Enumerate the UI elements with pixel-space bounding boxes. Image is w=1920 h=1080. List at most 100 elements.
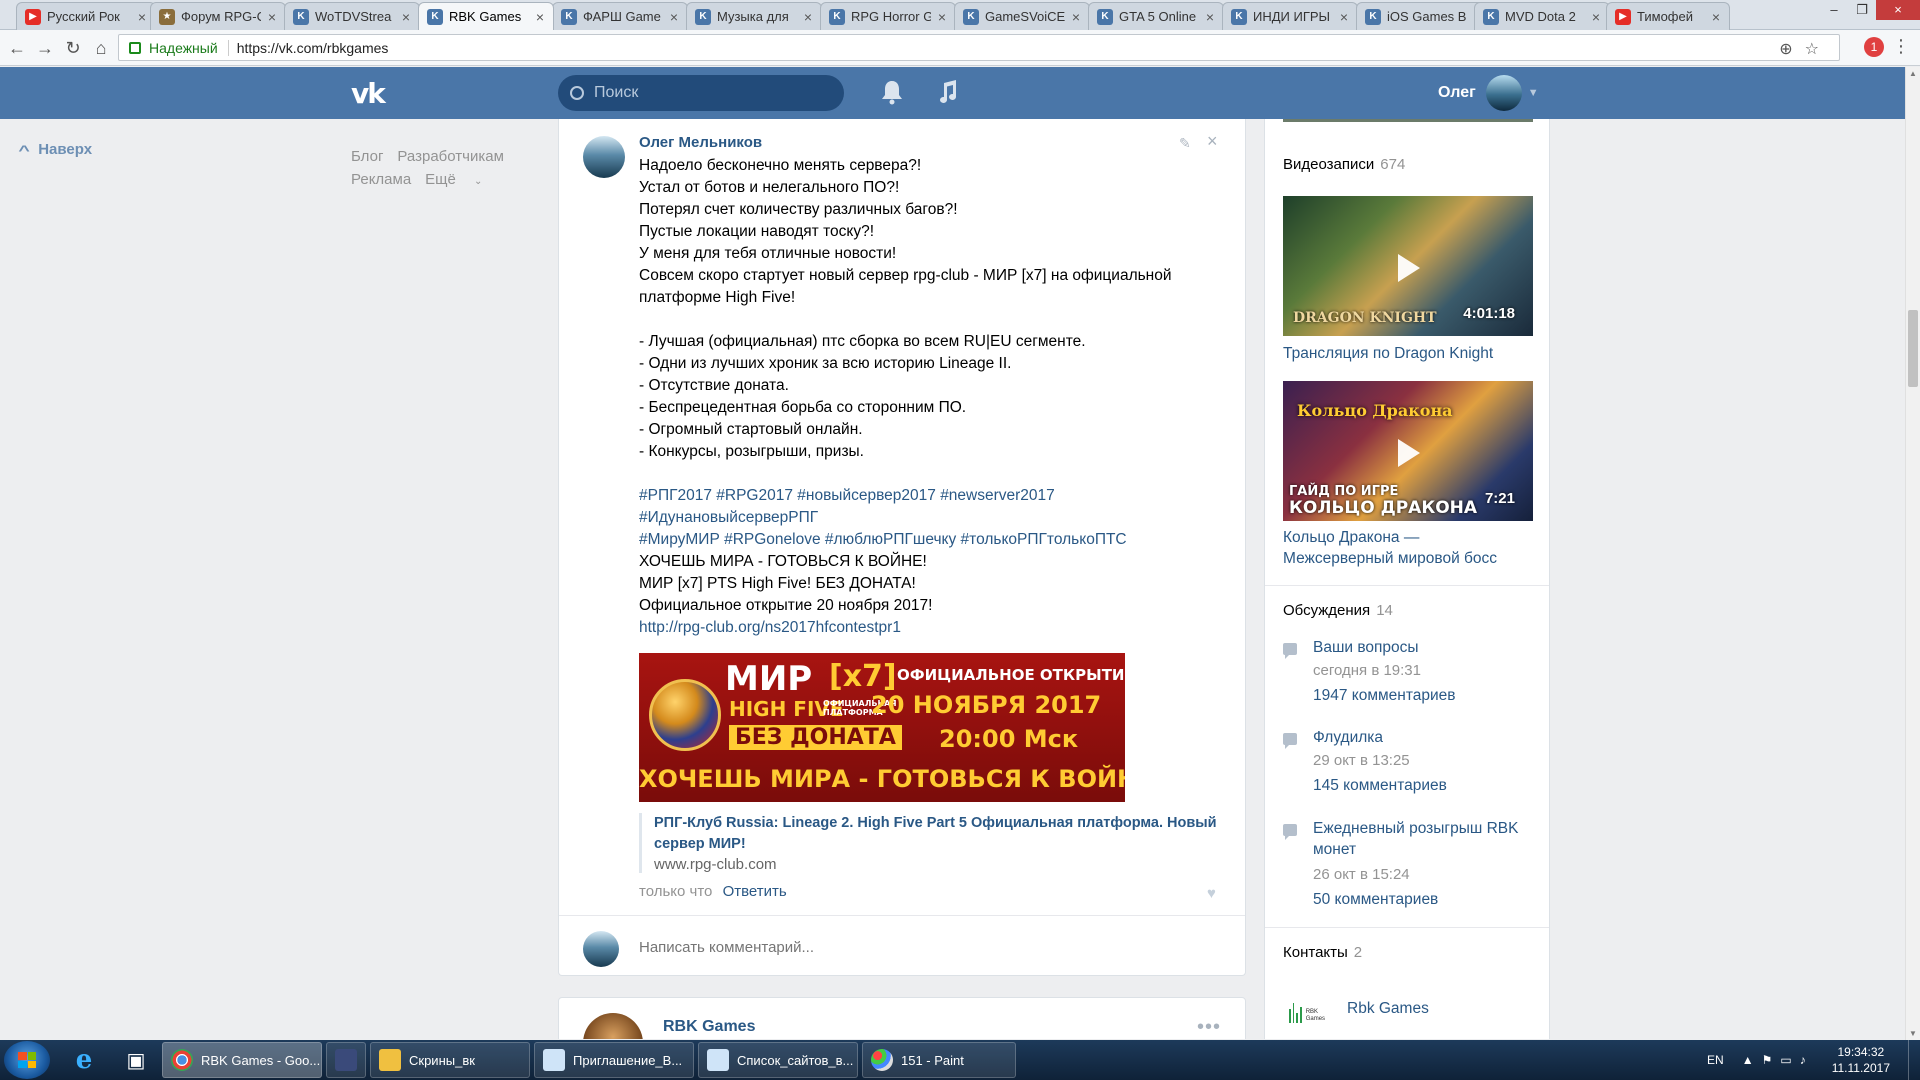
discussion-comments[interactable]: 1947 комментариев — [1313, 687, 1456, 705]
taskbar-item-paint[interactable]: 151 - Paint — [862, 1042, 1016, 1078]
post-image-banner[interactable]: МИР [x7] HIGH FIVE ОФИЦИАЛЬНАЯ ПЛАТФОРМА… — [639, 653, 1125, 802]
internet-explorer-icon[interactable]: e — [58, 1042, 110, 1078]
bookmark-star-icon[interactable]: ☆ — [1805, 39, 1819, 59]
extension-icon[interactable]: 1 — [1864, 37, 1884, 57]
contacts-header[interactable]: Контакты 2 — [1283, 944, 1362, 961]
post-link[interactable]: http://rpg-club.org/ns2017hfcontestpr1 — [639, 617, 1229, 639]
browser-tab[interactable]: K GameSVoiCE × — [954, 2, 1090, 30]
photo-strip[interactable] — [1283, 119, 1533, 122]
discussion-comments[interactable]: 50 комментариев — [1313, 891, 1438, 909]
scroll-down-icon[interactable]: ▼ — [1909, 1029, 1917, 1038]
restore-icon[interactable]: ❐ — [1848, 0, 1876, 20]
clock[interactable]: 19:34:32 11.11.2017 — [1832, 1044, 1890, 1076]
reload-icon[interactable]: ↻ — [62, 37, 84, 59]
browser-tab[interactable]: K RPG Horror G × — [820, 2, 956, 30]
discussion-comments[interactable]: 145 комментариев — [1313, 777, 1447, 795]
taskbar-item-notepad[interactable]: Приглашение_В... — [534, 1042, 694, 1078]
heart-icon[interactable]: ♥ — [1207, 885, 1216, 902]
page-scrollbar[interactable]: ▲ ▼ — [1905, 67, 1920, 1040]
discussions-header[interactable]: Обсуждения 14 — [1283, 602, 1393, 619]
discussion-title[interactable]: Флудилка — [1313, 727, 1533, 748]
vk-logo-icon[interactable]: vk — [351, 77, 393, 110]
post-author[interactable]: RBK Games — [663, 1018, 755, 1036]
post-author[interactable]: Олег Мельников — [639, 134, 762, 151]
tab-close-icon[interactable]: × — [667, 9, 681, 25]
hashtag-line[interactable]: #РПГ2017 #RPG2017 #новыйсервер2017 #news… — [639, 485, 1229, 507]
videos-header[interactable]: Видеозаписи 674 — [1283, 156, 1405, 173]
tab-close-icon[interactable]: × — [533, 9, 547, 25]
close-icon[interactable]: × — [1207, 131, 1223, 151]
taskbar-item-folder[interactable]: Скрины_вк — [370, 1042, 530, 1078]
reply-button[interactable]: Ответить — [723, 883, 787, 900]
forward-arrow-icon[interactable]: → — [34, 37, 56, 59]
avatar[interactable] — [583, 136, 625, 178]
discussion-title[interactable]: Ваши вопросы — [1313, 637, 1533, 658]
browser-tab[interactable]: K Музыка для × — [686, 2, 822, 30]
music-note-icon[interactable] — [936, 79, 960, 105]
tab-close-icon[interactable]: × — [399, 9, 413, 25]
show-desktop-button[interactable] — [1908, 1040, 1920, 1080]
video-title[interactable]: Трансляция по Dragon Knight — [1283, 343, 1533, 364]
tab-close-icon[interactable]: × — [801, 9, 815, 25]
url-text[interactable]: https://vk.com/rbkgames — [237, 40, 389, 56]
back-to-top-button[interactable]: ^ Наверх — [18, 141, 92, 158]
browser-tab[interactable]: K GTA 5 Online × — [1088, 2, 1224, 30]
footer-link-ads[interactable]: Реклама — [351, 171, 411, 188]
browser-tab[interactable]: ▶ Тимофей × — [1606, 2, 1730, 30]
taskbar-item-chrome[interactable]: RBK Games - Goo... — [162, 1042, 322, 1078]
hashtag-line[interactable]: #МируМИР #RPGonelove #люблюРПГшечку #тол… — [639, 529, 1229, 551]
volume-icon[interactable]: ♪ — [1800, 1053, 1814, 1067]
zoom-icon[interactable]: ⊕ — [1779, 39, 1792, 59]
show-hidden-icon[interactable]: ▲ — [1742, 1053, 1762, 1067]
taskbar-item-app[interactable] — [326, 1042, 366, 1078]
browser-tab[interactable]: ★ Форум RPG-C × — [150, 2, 286, 30]
video-thumbnail[interactable]: Кольцо Дракона ГАЙД ПО ИГРЕ КОЛЬЦО ДРАКО… — [1283, 381, 1533, 521]
window-close-icon[interactable]: × — [1876, 0, 1920, 20]
link-snippet[interactable]: РПГ-Клуб Russia: Lineage 2. High Five Pa… — [639, 813, 1229, 873]
address-bar[interactable]: Надежный https://vk.com/rbkgames ⊕ ☆ — [118, 34, 1840, 61]
language-indicator[interactable]: EN — [1707, 1053, 1724, 1067]
more-options-icon[interactable]: ••• — [1197, 1016, 1221, 1039]
tab-close-icon[interactable]: × — [265, 9, 279, 25]
search-input[interactable] — [594, 84, 814, 102]
browser-tab-active[interactable]: K RBK Games × — [418, 2, 554, 30]
avatar[interactable] — [583, 1013, 643, 1039]
tab-close-icon[interactable]: × — [135, 9, 149, 25]
tab-close-icon[interactable]: × — [935, 9, 949, 25]
taskbar-item-notepad[interactable]: Список_сайтов_в... — [698, 1042, 858, 1078]
tab-close-icon[interactable]: × — [1069, 9, 1083, 25]
browser-tab[interactable]: K ИНДИ ИГРЫ × — [1222, 2, 1358, 30]
browser-tab[interactable]: ▶ Русский Рок × — [16, 2, 156, 30]
video-thumbnail[interactable]: DRAGON KNIGHT 4:01:18 — [1283, 196, 1533, 336]
user-menu[interactable]: Олег ▼ — [1438, 75, 1539, 111]
post-time[interactable]: только что — [639, 883, 712, 900]
browser-tab[interactable]: K ФАРШ Game × — [552, 2, 688, 30]
home-icon[interactable]: ⌂ — [90, 37, 112, 59]
scrollbar-thumb[interactable] — [1908, 310, 1918, 387]
browser-tab[interactable]: K iOS Games B × — [1356, 2, 1492, 30]
tab-close-icon[interactable]: × — [1589, 9, 1603, 25]
start-button[interactable] — [4, 1041, 50, 1079]
scroll-up-icon[interactable]: ▲ — [1909, 69, 1917, 78]
discussion-title[interactable]: Ежедневный розыгрыш RBK монет — [1313, 818, 1533, 860]
tab-close-icon[interactable]: × — [1203, 9, 1217, 25]
tab-close-icon[interactable]: × — [1337, 9, 1351, 25]
footer-link-developers[interactable]: Разработчикам — [397, 148, 503, 165]
vk-search-box[interactable] — [558, 75, 844, 111]
bell-icon[interactable] — [880, 79, 904, 105]
hashtag-line[interactable]: #ИдунановыйсерверРПГ — [639, 507, 1229, 529]
contact-name[interactable]: Rbk Games — [1347, 1000, 1429, 1018]
pencil-icon[interactable]: ✎ — [1179, 135, 1193, 151]
rbk-logo[interactable]: RBK Games — [1289, 999, 1325, 1023]
browser-menu-icon[interactable]: ⋮ — [1892, 36, 1910, 57]
explorer-icon[interactable]: ▣ — [110, 1042, 162, 1078]
network-icon[interactable]: ▭ — [1780, 1053, 1799, 1067]
link-title[interactable]: РПГ-Клуб Russia: Lineage 2. High Five Pa… — [654, 813, 1229, 855]
minimize-icon[interactable]: – — [1820, 0, 1848, 20]
comment-input[interactable] — [639, 939, 1139, 956]
browser-tab[interactable]: K MVD Dota 2 × — [1474, 2, 1610, 30]
footer-link-blog[interactable]: Блог — [351, 148, 383, 165]
back-arrow-icon[interactable]: ← — [6, 37, 28, 59]
video-title[interactable]: Кольцо Дракона — Межсерверный мировой бо… — [1283, 527, 1533, 569]
footer-link-more[interactable]: Ещё ⌄ — [425, 171, 496, 188]
